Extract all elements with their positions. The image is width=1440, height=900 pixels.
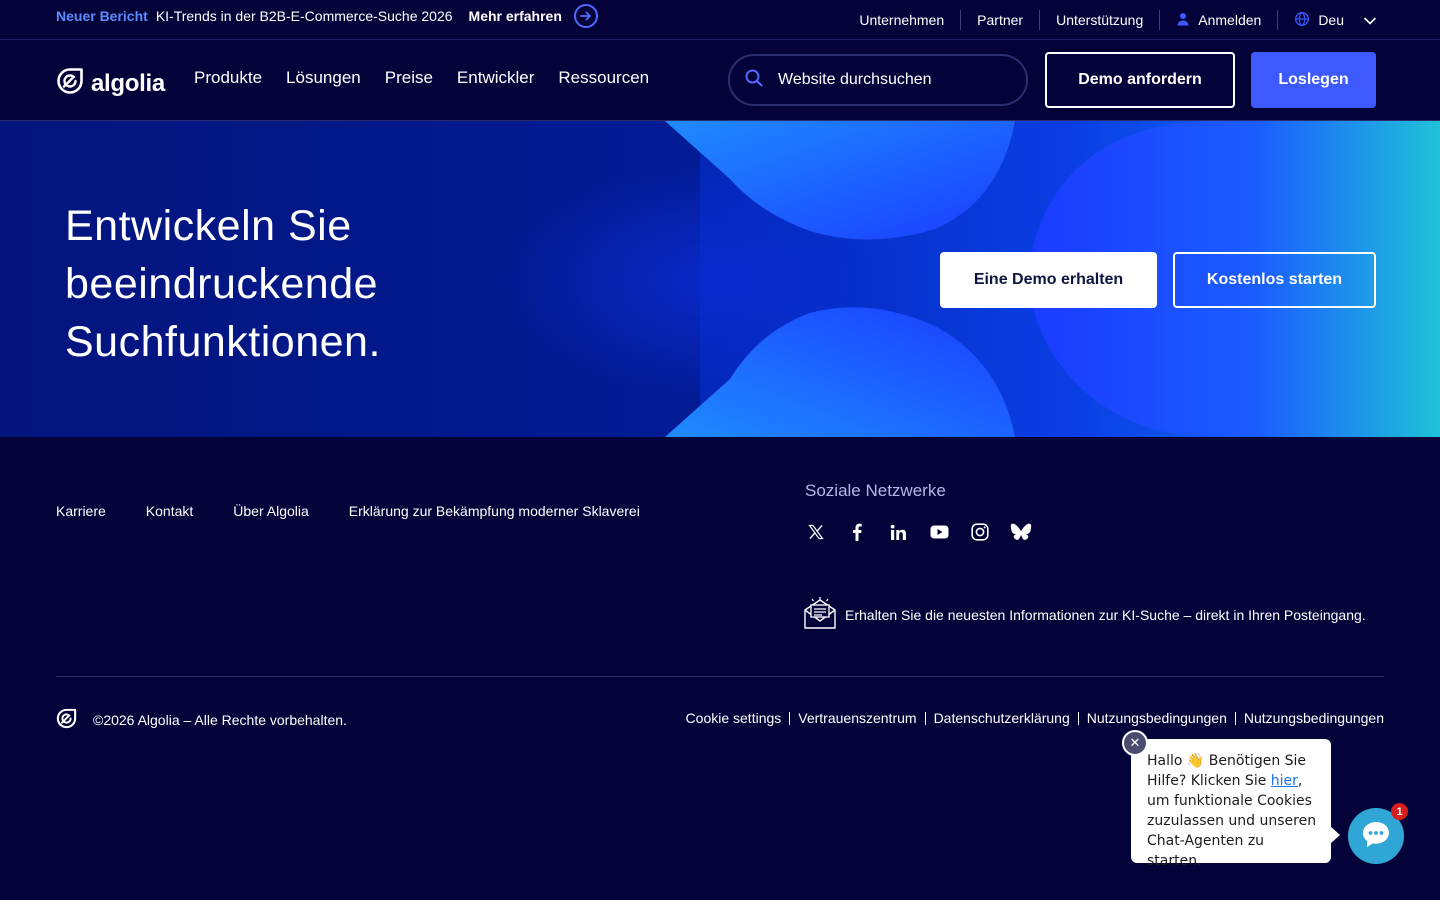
hero-title: Entwickeln Sie beeindruckende Suchfunkti… [65,197,565,371]
social-title: Soziale Netzwerke [805,481,946,500]
hero-title-line: Entwickeln Sie [65,202,352,250]
newsletter-signup[interactable]: Erhalten Sie die neuesten Informationen … [803,596,1366,633]
instagram-icon[interactable] [969,521,991,543]
divider [1077,711,1079,725]
chat-close-button[interactable]: ✕ [1122,730,1148,756]
newsletter-envelope-icon [803,596,837,633]
get-demo-button[interactable]: Eine Demo erhalten [940,252,1157,308]
footer-link-about[interactable]: Über Algolia [233,503,309,519]
announcement-text: KI-Trends in der B2B-E-Commerce-Suche 20… [155,8,453,24]
company-link[interactable]: Unternehmen [843,12,960,28]
search-icon [744,68,764,93]
copyright: ©2026 Algolia – Alle Rechte vorbehalten. [56,708,347,732]
announcement[interactable]: Neuer Bericht KI-Trends in der B2B-E-Com… [56,0,598,32]
terms-link[interactable]: Nutzungsbedingungen [1087,710,1227,726]
logo-wordmark: algolia [91,69,165,97]
facebook-icon[interactable] [846,521,868,543]
algolia-logo-icon [56,708,77,732]
globe-icon [1294,11,1310,30]
social-links [805,521,1051,543]
login-label: Anmelden [1198,12,1262,28]
main-header: algolia Produkte Lösungen Preise Entwick… [0,40,1440,121]
footer-link-slavery-statement[interactable]: Erklärung zur Bekämpfung moderner Sklave… [349,503,640,519]
arrow-right-circle-icon[interactable] [573,4,598,28]
chat-message-bubble: Hallo 👋 Benötigen Sie Hilfe? Klicken Sie… [1131,739,1340,869]
language-selector[interactable]: Deu [1278,11,1376,30]
utility-nav: Unternehmen Partner Unterstützung Anmeld… [843,6,1376,34]
login-link[interactable]: Anmelden [1160,12,1277,29]
nav-products[interactable]: Produkte [194,68,262,88]
support-link[interactable]: Unterstützung [1040,12,1159,28]
hero-title-line: Suchfunktionen. [65,318,381,366]
hero-title-line: beeindruckende [65,260,379,308]
nav-developers[interactable]: Entwickler [457,68,534,88]
terms-link[interactable]: Nutzungsbedingungen [1244,710,1384,726]
divider [924,711,926,725]
copyright-text: ©2026 Algolia – Alle Rechte vorbehalten. [93,712,347,728]
partners-link[interactable]: Partner [961,12,1039,28]
primary-nav: Produkte Lösungen Preise Entwickler Ress… [194,68,673,88]
trust-center-link[interactable]: Vertrauenszentrum [798,710,916,726]
announcement-tag: Neuer Bericht [56,8,148,24]
chat-bubble-icon [1361,820,1391,853]
linkedin-icon[interactable] [887,521,909,543]
newsletter-text: Erhalten Sie die neuesten Informationen … [845,606,1366,623]
get-started-button[interactable]: Loslegen [1251,52,1376,108]
footer-link-contact[interactable]: Kontakt [146,503,193,519]
divider [1234,711,1236,725]
nav-solutions[interactable]: Lösungen [286,68,361,88]
chevron-down-icon [1364,12,1376,28]
algolia-logo-icon [56,67,84,100]
start-free-button[interactable]: Kostenlos starten [1173,252,1376,308]
request-demo-button[interactable]: Demo anfordern [1045,52,1235,108]
nav-pricing[interactable]: Preise [385,68,433,88]
x-icon[interactable] [805,521,827,543]
divider [789,711,791,725]
footer-link-careers[interactable]: Karriere [56,503,106,519]
footer-links: Karriere Kontakt Über Algolia Erklärung … [56,503,680,519]
cookie-settings-link[interactable]: Cookie settings [686,710,782,726]
algolia-logo[interactable]: algolia [56,67,165,100]
chat-notification-badge: 1 [1391,803,1408,820]
footer-divider [56,676,1384,677]
announcement-bar: Neuer Bericht KI-Trends in der B2B-E-Com… [0,0,1440,40]
legal-links: Cookie settings Vertrauenszentrum Datens… [686,710,1384,726]
youtube-icon[interactable] [928,521,950,543]
search-input[interactable]: Website durchsuchen [728,54,1028,106]
language-label: Deu [1318,12,1344,28]
user-icon [1176,12,1190,29]
announcement-cta-link[interactable]: Mehr erfahren [469,8,562,24]
hero-banner: Entwickeln Sie beeindruckende Suchfunkti… [0,121,1440,437]
chat-consent-link[interactable]: hier [1271,773,1298,789]
privacy-policy-link[interactable]: Datenschutzerklärung [934,710,1070,726]
bluesky-icon[interactable] [1010,521,1032,543]
search-placeholder: Website durchsuchen [778,71,932,88]
nav-resources[interactable]: Ressourcen [558,68,649,88]
